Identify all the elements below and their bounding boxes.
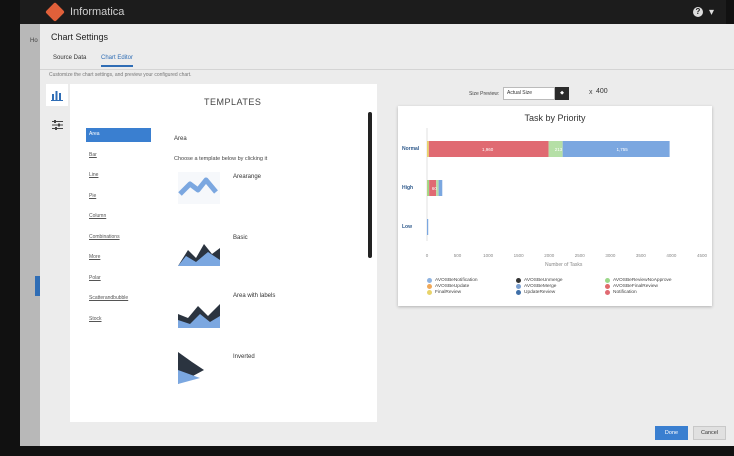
templates-heading: TEMPLATES [204, 97, 262, 107]
template-item-scatterandbubble[interactable]: Scatterandbubble [86, 292, 151, 313]
template-item-combinations[interactable]: Combinations [86, 231, 151, 252]
legend-label: Notification [613, 290, 637, 295]
tab-source-data[interactable]: Source Data [53, 55, 86, 65]
x-tick-label: 3000 [605, 253, 616, 258]
template-item-pie[interactable]: Pie [86, 190, 151, 211]
legend-item[interactable]: UpdateReview [516, 290, 555, 295]
x-tick-label: 1000 [483, 253, 494, 258]
template-label-area-with-labels: Area with labels [233, 293, 276, 299]
background-home-tab: Ho [30, 38, 38, 44]
legend-label: AVOSBeNotification [435, 278, 478, 283]
x-axis-title: Number of Tasks [545, 262, 583, 268]
templates-scrollbar[interactable] [368, 112, 372, 258]
legend-item[interactable]: AVOSBeNotification [427, 278, 478, 283]
size-preview-dropdown-button[interactable]: ◆ [555, 87, 569, 100]
chart-plot: 1,960 213 1,755 60 0 500 1000 1500 2000 2500 3000 3… [426, 128, 708, 258]
template-label-inverted: Inverted [233, 354, 255, 360]
x-tick-label: 4000 [666, 253, 677, 258]
x-tick-label: 0 [426, 253, 429, 258]
template-item-area[interactable]: Area [86, 128, 151, 142]
tab-chart-editor[interactable]: Chart Editor [101, 55, 134, 67]
template-thumb-arearange[interactable] [178, 172, 220, 204]
legend-marker [427, 290, 432, 295]
data-label: 213 [555, 147, 563, 152]
cancel-button[interactable]: Cancel [693, 426, 726, 440]
size-height-input[interactable]: 400 [596, 88, 608, 95]
legend-item[interactable]: AVOSBeUpdate [427, 284, 469, 289]
legend-item[interactable]: Notification [605, 290, 637, 295]
app-name: Informatica [70, 6, 125, 18]
legend-marker [605, 278, 610, 283]
legend-marker [605, 284, 610, 289]
legend-item[interactable]: AVOSBeReviewNoApprove [605, 278, 672, 283]
legend-label: AVOSBeUnmerge [524, 278, 563, 283]
frame-bottom [0, 446, 734, 456]
data-label: 60 [432, 186, 438, 191]
bar-segment[interactable] [427, 141, 429, 157]
legend-label: FinalReview [435, 290, 462, 295]
legend-item[interactable]: AVOSBeUnmerge [516, 278, 563, 283]
x-tick-label: 2000 [544, 253, 555, 258]
bar-segment[interactable] [427, 180, 430, 196]
modal-title: Chart Settings [51, 32, 109, 42]
size-preview-label: Size Preview: [469, 91, 500, 97]
legend-marker [516, 284, 521, 289]
data-label: 1,960 [482, 147, 494, 152]
template-label-arearange: Arearange [233, 174, 262, 180]
x-tick-label: 4500 [697, 253, 708, 258]
x-tick-label: 1500 [514, 253, 525, 258]
done-button[interactable]: Done [655, 426, 688, 440]
modal-description: Customize the chart settings, and previe… [49, 72, 192, 78]
bar-segment[interactable] [427, 219, 429, 235]
user-menu-caret-icon[interactable]: ▾ [709, 7, 714, 18]
legend-item[interactable]: AVOSBeFinalReview [605, 284, 658, 289]
category-label: Low [402, 224, 412, 230]
informatica-logo-icon [45, 2, 65, 22]
template-item-stock[interactable]: Stock [86, 313, 151, 334]
template-thumb-area-with-labels[interactable] [178, 296, 220, 328]
x-tick-label: 500 [454, 253, 462, 258]
x-tick-label: 3500 [636, 253, 647, 258]
data-label: 1,755 [616, 147, 628, 152]
template-hint: Choose a template below by clicking it [174, 156, 268, 162]
legend-label: UpdateReview [524, 290, 556, 295]
template-item-more[interactable]: More [86, 251, 151, 272]
category-label: High [402, 185, 414, 191]
legend-label: AVOSBeFinalReview [613, 284, 658, 289]
legend-label: AVOSBeUpdate [435, 284, 470, 289]
app-topbar: Informatica ? ▾ [20, 0, 726, 24]
x-tick-label: 2500 [575, 253, 586, 258]
template-list: Area Bar Line Pie Column Combinations Mo… [86, 128, 151, 333]
template-thumb-basic[interactable] [178, 234, 220, 266]
template-label-basic: Basic [233, 235, 248, 241]
sliders-icon[interactable] [46, 114, 68, 136]
bar-chart-icon[interactable] [46, 84, 68, 106]
legend-item[interactable]: AVOSBeMerge [516, 284, 556, 289]
template-item-column[interactable]: Column [86, 210, 151, 231]
category-label: Normal [402, 146, 420, 152]
size-separator: x [589, 89, 593, 96]
chart-preview: Task by Priority 1,960 213 1,755 60 0 500 1000… [398, 106, 712, 306]
legend-marker [427, 284, 432, 289]
size-preview-select[interactable]: Actual Size [503, 87, 555, 100]
legend-item[interactable]: FinalReview [427, 290, 461, 295]
legend-label: AVOSBeMerge [524, 284, 557, 289]
legend-marker [516, 278, 521, 283]
modal-tabs: Source Data Chart Editor [40, 52, 734, 70]
legend-marker [605, 290, 610, 295]
selected-template-name: Area [174, 136, 187, 142]
templates-panel: TEMPLATES Area Bar Line Pie Column Combi… [70, 84, 377, 422]
frame-left [0, 0, 20, 456]
legend-label: AVOSBeReviewNoApprove [613, 278, 672, 283]
template-item-line[interactable]: Line [86, 169, 151, 190]
template-thumb-inverted[interactable] [178, 352, 220, 384]
template-item-bar[interactable]: Bar [86, 149, 151, 170]
help-icon[interactable]: ? [692, 7, 703, 17]
legend-marker [427, 278, 432, 283]
template-item-polar[interactable]: Polar [86, 272, 151, 293]
legend-marker [516, 290, 521, 295]
bar-segment[interactable] [438, 180, 443, 196]
